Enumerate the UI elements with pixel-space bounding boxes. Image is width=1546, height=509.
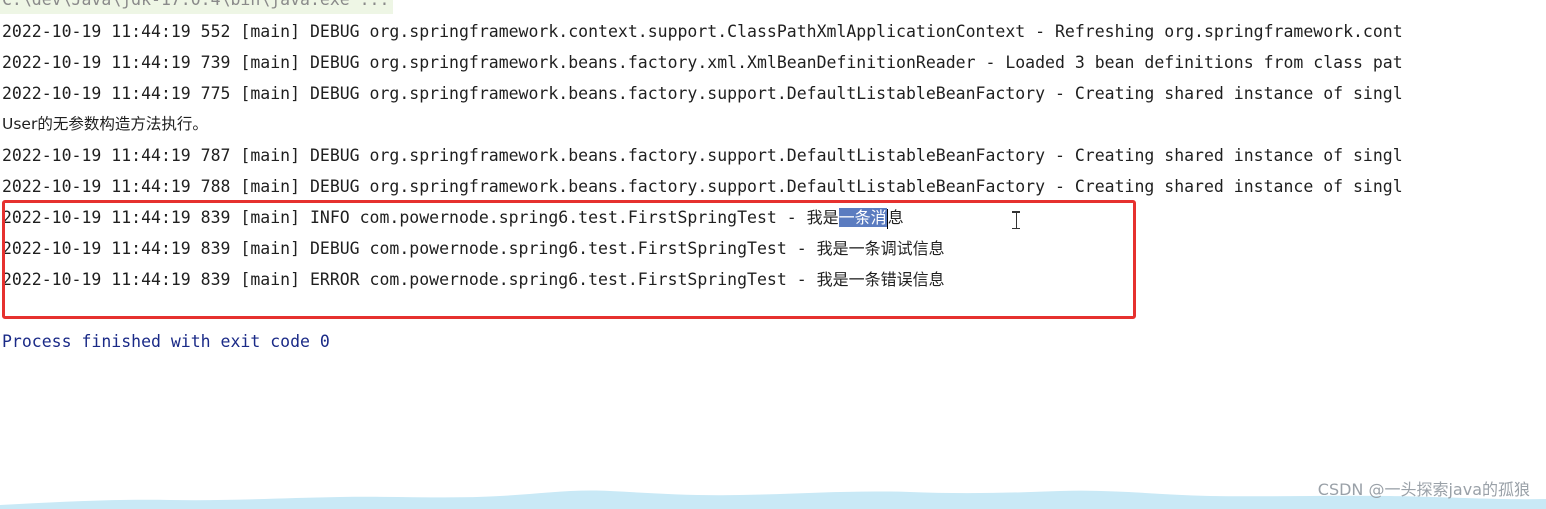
log-prefix: 2022-10-19 11:44:19 839 [main] INFO com.… (2, 208, 807, 227)
watermark-wave-decoration (0, 490, 1546, 509)
stdout-user-constructor: User的无参数构造方法执行。 (2, 115, 208, 133)
process-exit-message: Process finished with exit code 0 (2, 332, 330, 351)
log-message: 我是一条调试信息 (816, 239, 945, 258)
log-line-debug-reader: 2022-10-19 11:44:19 739 [main] DEBUG org… (2, 53, 1403, 72)
log-message-start: 我是 (806, 208, 839, 227)
log-prefix: 2022-10-19 11:44:19 839 [main] DEBUG com… (2, 239, 817, 258)
log-line-debug-factory: 2022-10-19 11:44:19 787 [main] DEBUG org… (2, 146, 1403, 165)
text-selection[interactable]: 一条消 (838, 208, 887, 227)
log-line-debug-context: 2022-10-19 11:44:19 552 [main] DEBUG org… (2, 22, 1403, 41)
log-line-debug-factory: 2022-10-19 11:44:19 775 [main] DEBUG org… (2, 84, 1403, 103)
run-command-line: C:\dev\Java\jdk-17.0.4\bin\java.exe ... (0, 0, 394, 14)
log-line-debug-factory: 2022-10-19 11:44:19 788 [main] DEBUG org… (2, 177, 1403, 196)
log-line-debug-test: 2022-10-19 11:44:19 839 [main] DEBUG com… (2, 233, 1546, 264)
log-message: 我是一条错误信息 (816, 270, 945, 289)
log-line-error: 2022-10-19 11:44:19 839 [main] ERROR com… (2, 264, 1546, 295)
i-beam-cursor-icon (1012, 211, 1020, 229)
log-message-end: 息 (887, 208, 904, 227)
log-prefix: 2022-10-19 11:44:19 839 [main] ERROR com… (2, 270, 817, 289)
log-line-info: 2022-10-19 11:44:19 839 [main] INFO com.… (2, 202, 1546, 233)
csdn-watermark: CSDN @一头探索java的孤狼 (1317, 480, 1530, 499)
console-output[interactable]: C:\dev\Java\jdk-17.0.4\bin\java.exe ... … (0, 0, 1546, 509)
